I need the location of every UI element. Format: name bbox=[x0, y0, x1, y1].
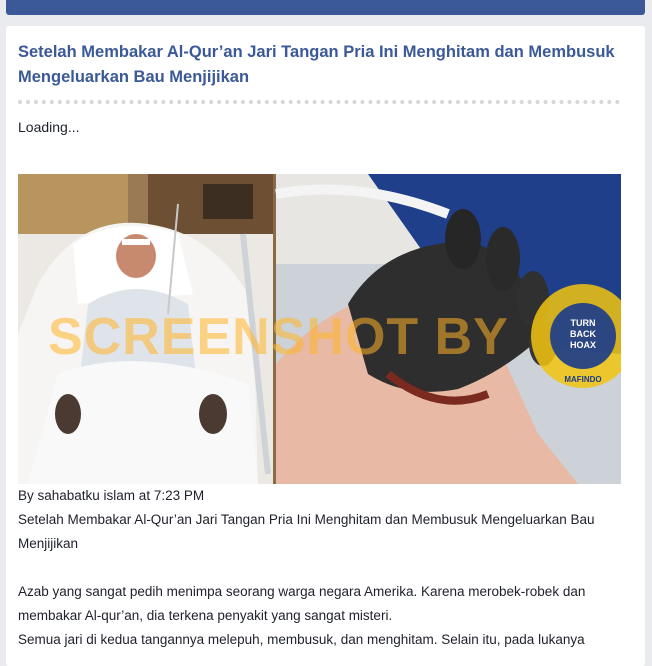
dotted-divider bbox=[18, 100, 620, 104]
post-byline[interactable]: By sahabatku islam at 7:23 PM bbox=[18, 484, 633, 508]
svg-text:HOAX: HOAX bbox=[570, 340, 596, 350]
watermark-text: SCREENSHOT BY bbox=[48, 308, 509, 366]
post-paragraph-2: Semua jari di kedua tangannya melepuh, m… bbox=[18, 632, 585, 647]
svg-text:BACK: BACK bbox=[570, 329, 596, 339]
post-subtitle: Setelah Membakar Al-Qur’an Jari Tangan P… bbox=[18, 512, 595, 551]
post-card: Setelah Membakar Al-Qur’an Jari Tangan P… bbox=[6, 26, 645, 666]
top-header-bar bbox=[6, 0, 645, 15]
post-image[interactable]: SCREENSHOT BY TURN BACK HOAX MAFINDO bbox=[18, 174, 621, 484]
post-paragraph-1: Azab yang sangat pedih menimpa seorang w… bbox=[18, 584, 586, 623]
post-title[interactable]: Setelah Membakar Al-Qur’an Jari Tangan P… bbox=[18, 40, 628, 90]
svg-text:TURN: TURN bbox=[571, 318, 596, 328]
svg-text:MAFINDO: MAFINDO bbox=[564, 375, 601, 384]
loading-text: Loading... bbox=[18, 119, 80, 135]
